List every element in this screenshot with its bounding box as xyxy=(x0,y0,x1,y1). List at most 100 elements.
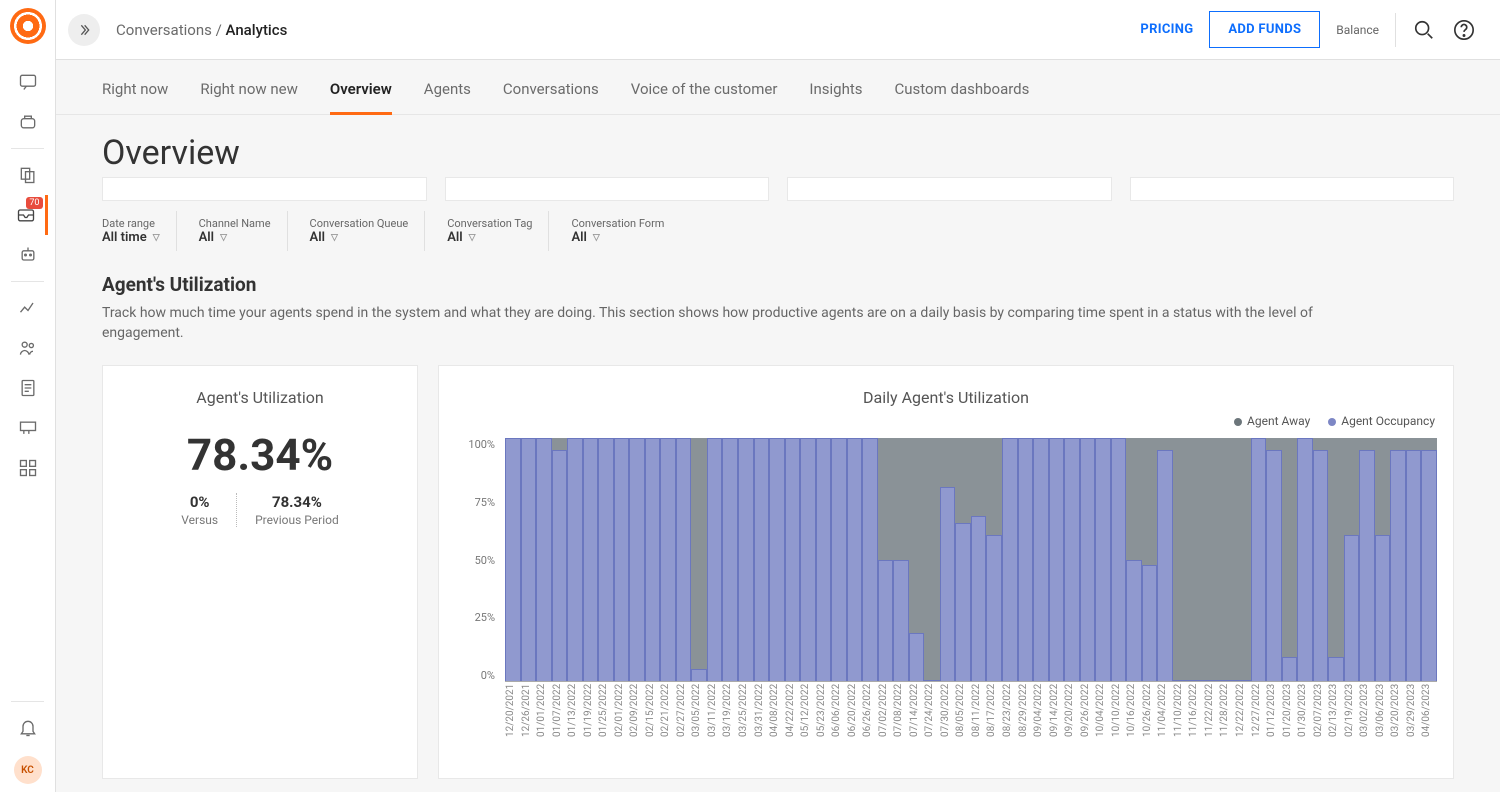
top-header: Conversations / Analytics PRICING ADD FU… xyxy=(56,0,1500,60)
cards-row: Agent's Utilization 78.34% 0% Versus 78.… xyxy=(56,343,1500,779)
balance-label: Balance xyxy=(1336,23,1379,37)
tab-custom-dashboards[interactable]: Custom dashboards xyxy=(895,80,1030,114)
filter-conversation-tag: Conversation Tag All▽ xyxy=(447,211,549,251)
chart-column xyxy=(598,438,614,681)
chart-column xyxy=(940,438,956,681)
chart-column xyxy=(924,438,940,681)
section-description: Track how much time your agents spend in… xyxy=(102,304,1342,343)
x-axis-label: 02/09/2022 xyxy=(629,684,645,766)
help-icon[interactable] xyxy=(1452,18,1476,42)
x-axis-label: 09/04/2022 xyxy=(1033,684,1049,766)
x-axis-label: 08/17/2022 xyxy=(986,684,1002,766)
x-axis-label: 05/12/2022 xyxy=(800,684,816,766)
x-axis-label: 10/26/2022 xyxy=(1142,684,1158,766)
chart-column xyxy=(831,438,847,681)
x-axis-label: 03/06/2023 xyxy=(1375,684,1391,766)
filter-conversation-form-value[interactable]: All▽ xyxy=(571,230,664,245)
nav-people-icon[interactable] xyxy=(8,328,48,368)
nav-ticket-icon[interactable] xyxy=(8,408,48,448)
x-axis-label: 10/04/2022 xyxy=(1095,684,1111,766)
chart-column xyxy=(769,438,785,681)
x-axis-label: 12/27/2022 xyxy=(1251,684,1267,766)
x-axis-label: 01/20/2023 xyxy=(1282,684,1298,766)
chart-column xyxy=(893,438,909,681)
chart-column xyxy=(1328,438,1344,681)
nav-robot-icon[interactable] xyxy=(8,235,48,275)
page-body: Right now Right now new Overview Agents … xyxy=(56,60,1500,792)
nav-doc-icon[interactable] xyxy=(8,368,48,408)
breadcrumb-root[interactable]: Conversations xyxy=(116,21,212,39)
chart-column xyxy=(1390,438,1406,681)
x-axis-label: 04/22/2022 xyxy=(785,684,801,766)
nav-copy-icon[interactable] xyxy=(8,155,48,195)
tab-agents[interactable]: Agents xyxy=(424,80,471,114)
tabs-bar: Right now Right now new Overview Agents … xyxy=(56,60,1500,115)
chart-column xyxy=(660,438,676,681)
metric-card xyxy=(445,177,770,201)
nav-inbox-icon[interactable]: 70 xyxy=(8,195,48,235)
chart-column xyxy=(1142,438,1158,681)
filter-conversation-tag-value[interactable]: All▽ xyxy=(447,230,532,245)
nav-bot-icon[interactable] xyxy=(8,102,48,142)
x-axis-label: 08/29/2022 xyxy=(1018,684,1034,766)
x-axis-label: 02/07/2023 xyxy=(1313,684,1329,766)
chart-column xyxy=(1235,438,1251,681)
nav-analytics-icon[interactable] xyxy=(8,288,48,328)
kpi-value: 78.34% xyxy=(187,429,333,481)
chart-column xyxy=(1282,438,1298,681)
x-axis-label: 08/11/2022 xyxy=(971,684,987,766)
pricing-link[interactable]: PRICING xyxy=(1140,22,1193,37)
chevron-down-icon: ▽ xyxy=(593,233,600,243)
metric-card xyxy=(787,177,1112,201)
chart-column xyxy=(707,438,723,681)
chart-column xyxy=(1297,438,1313,681)
x-axis-label: 06/06/2022 xyxy=(831,684,847,766)
chart-column xyxy=(676,438,692,681)
tab-right-now[interactable]: Right now xyxy=(102,80,168,114)
chart-column xyxy=(1251,438,1267,681)
section-title: Agent's Utilization xyxy=(102,273,1454,296)
user-avatar[interactable]: KC xyxy=(14,756,42,784)
chart-column xyxy=(878,438,894,681)
filter-channel-name-value[interactable]: All▽ xyxy=(199,230,271,245)
brand-logo[interactable] xyxy=(10,8,46,44)
nav-chat-icon[interactable] xyxy=(8,62,48,102)
x-axis-label: 02/19/2023 xyxy=(1344,684,1360,766)
filter-conversation-queue-value[interactable]: All▽ xyxy=(310,230,409,245)
chart-column xyxy=(800,438,816,681)
tab-overview[interactable]: Overview xyxy=(330,80,392,115)
tab-conversations[interactable]: Conversations xyxy=(503,80,599,114)
x-axis-label: 03/02/2023 xyxy=(1359,684,1375,766)
chart-plot[interactable] xyxy=(505,438,1437,682)
chart-column xyxy=(1064,438,1080,681)
filter-conversation-queue: Conversation Queue All▽ xyxy=(310,211,426,251)
add-funds-button[interactable]: ADD FUNDS xyxy=(1209,11,1320,48)
x-axis-label: 12/26/2021 xyxy=(521,684,537,766)
chart-column xyxy=(1204,438,1220,681)
tab-insights[interactable]: Insights xyxy=(809,80,862,114)
chart-column xyxy=(614,438,630,681)
nav-grid-icon[interactable] xyxy=(8,448,48,488)
chart-y-axis: 100% 75% 50% 25% 0% xyxy=(455,438,501,682)
metric-card xyxy=(1130,177,1455,201)
x-axis-label: 02/15/2022 xyxy=(645,684,661,766)
kpi-card-title: Agent's Utilization xyxy=(196,388,323,407)
x-axis-label: 03/20/2023 xyxy=(1390,684,1406,766)
chart-column xyxy=(552,438,568,681)
search-icon[interactable] xyxy=(1412,18,1436,42)
chart-column xyxy=(847,438,863,681)
expand-sidebar-button[interactable] xyxy=(68,14,100,46)
metric-cards-strip xyxy=(56,177,1500,201)
chart-column xyxy=(1421,438,1437,681)
chart-column xyxy=(1018,438,1034,681)
filter-date-range-value[interactable]: All time▽ xyxy=(102,230,160,245)
tab-right-now-new[interactable]: Right now new xyxy=(200,80,298,114)
chart-column xyxy=(1002,438,1018,681)
chart-column xyxy=(986,438,1002,681)
nav-bell-icon[interactable] xyxy=(8,708,48,748)
chart-column xyxy=(738,438,754,681)
tab-voc[interactable]: Voice of the customer xyxy=(631,80,778,114)
legend-agent-occupancy: Agent Occupancy xyxy=(1328,414,1435,428)
chart-column xyxy=(1406,438,1422,681)
chart-column xyxy=(816,438,832,681)
